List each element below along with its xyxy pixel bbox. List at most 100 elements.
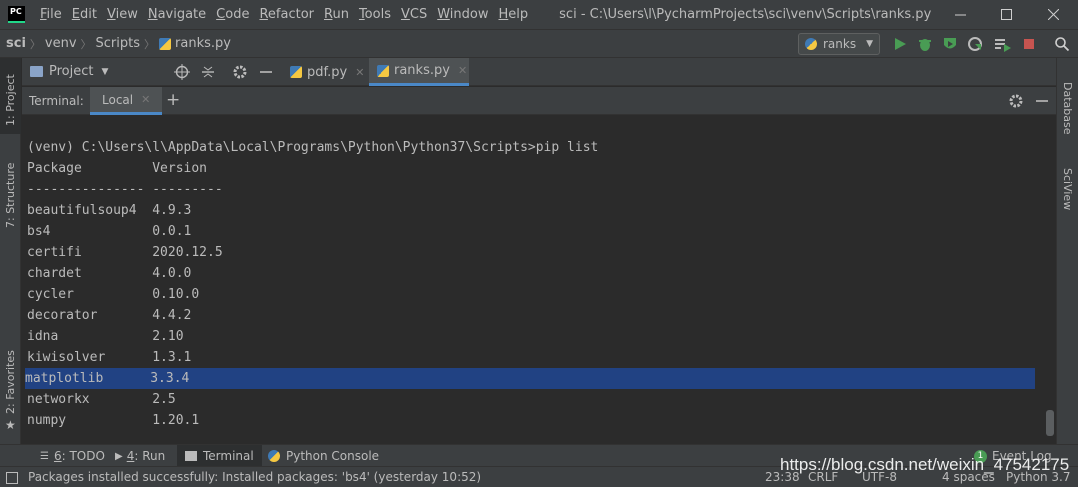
close-tab-icon[interactable]: ✕ <box>141 93 150 106</box>
menu-mnemonic: E <box>71 7 80 22</box>
menu-label: ile <box>46 7 62 22</box>
menu-label: dit <box>80 7 97 22</box>
stop-icon[interactable] <box>1021 36 1037 52</box>
python-file-icon <box>377 64 389 77</box>
hide-panel-icon[interactable] <box>258 64 274 80</box>
terminal-output-line: certifi 2020.12.5 <box>27 245 223 260</box>
menu-navigate[interactable]: Navigate <box>143 7 211 22</box>
menu-vcs[interactable]: VCS <box>396 7 432 22</box>
caret-down-icon: ▼ <box>866 39 874 49</box>
tool-tab-terminal[interactable]: Terminal <box>177 445 262 467</box>
terminal-output-line: kiwisolver 1.3.1 <box>27 350 192 365</box>
tool-tab-project[interactable]: 1: Project <box>4 66 17 126</box>
menu-label: CS <box>409 7 428 22</box>
breadcrumb-scripts[interactable]: Scripts <box>96 36 140 51</box>
breadcrumb-venv[interactable]: venv <box>45 36 77 51</box>
profile-icon[interactable] <box>967 36 983 52</box>
terminal-output-line: Package Version <box>27 161 208 176</box>
terminal-output-line: --------------- --------- <box>27 182 223 197</box>
terminal-output-line: beautifulsoup4 4.9.3 <box>27 203 192 218</box>
search-everywhere-icon[interactable] <box>1054 36 1070 52</box>
menu-refactor[interactable]: Refactor <box>254 7 319 22</box>
python-icon <box>268 450 280 462</box>
run-icon[interactable] <box>892 36 908 52</box>
locate-file-icon[interactable] <box>174 64 190 80</box>
run-configuration-select[interactable]: ranks ▼ <box>798 33 880 55</box>
hide-terminal-icon[interactable] <box>1034 93 1050 109</box>
menu-label: avigate <box>157 7 207 22</box>
terminal-scrollbar[interactable] <box>1046 410 1054 436</box>
tool-tab-python-console[interactable]: Python Console <box>260 445 387 467</box>
tool-tab-database[interactable]: Database <box>1061 82 1074 135</box>
navigation-bar: sci 〉 venv 〉 Scripts 〉 ranks.py ranks ▼ <box>0 29 1078 58</box>
menu-help[interactable]: Help <box>494 7 534 22</box>
menu-view[interactable]: View <box>102 7 143 22</box>
editor-tab-label: ranks.py <box>394 63 450 78</box>
pycharm-logo-icon: PC <box>8 6 25 23</box>
terminal-output-line: networkx 2.5 <box>27 392 176 407</box>
run-with-coverage-icon[interactable] <box>942 36 958 52</box>
menu-run[interactable]: Run <box>319 7 354 22</box>
project-settings-gear-icon[interactable] <box>232 64 248 80</box>
caret-down-icon: ▼ <box>101 66 109 77</box>
collapse-all-icon[interactable] <box>200 64 216 80</box>
editor-tab-label: pdf.py <box>307 64 348 80</box>
run-mnemonic: 4 <box>126 449 135 463</box>
terminal-output[interactable]: (venv) C:\Users\l\AppData\Local\Programs… <box>22 116 1056 440</box>
watermark: https://blog.csdn.net/weixin_47542175 <box>780 455 1070 474</box>
todo-label: : TODO <box>61 449 105 463</box>
menu-label: elp <box>508 7 529 22</box>
right-tool-stripe: Database SciView <box>1056 58 1078 465</box>
terminal-tab-local[interactable]: Local ✕ <box>90 87 163 115</box>
python-file-icon <box>159 37 172 50</box>
editor-tab-pdf-py[interactable]: pdf.py ✕ <box>282 58 366 86</box>
menu-mnemonic: N <box>147 7 158 22</box>
run-dropdown-icon[interactable] <box>994 36 1011 52</box>
tool-tab-sciview[interactable]: SciView <box>1061 168 1074 210</box>
breadcrumb: sci 〉 venv 〉 Scripts 〉 ranks.py <box>0 36 231 52</box>
menu-label: iew <box>115 7 138 22</box>
menu-mnemonic: V <box>400 7 410 22</box>
menu-label: ools <box>364 7 391 22</box>
new-session-plus-icon[interactable]: + <box>166 92 180 109</box>
close-tab-icon[interactable]: ✕ <box>458 64 467 77</box>
breadcrumb-ranks-py[interactable]: ranks.py <box>175 36 231 51</box>
minimize-icon[interactable] <box>937 0 983 29</box>
menu-code[interactable]: Code <box>211 7 254 22</box>
menu-tools[interactable]: Tools <box>354 7 396 22</box>
close-window-icon[interactable] <box>1030 0 1076 29</box>
menu-file[interactable]: File <box>35 7 67 22</box>
menu-mnemonic: W <box>437 7 450 22</box>
menu-edit[interactable]: Edit <box>67 7 102 22</box>
menu-label: ode <box>225 7 250 22</box>
terminal-command-line: (venv) C:\Users\l\AppData\Local\Programs… <box>27 140 599 155</box>
terminal-settings-gear-icon[interactable] <box>1008 93 1024 109</box>
tool-tab-run[interactable]: ▶ 4: Run <box>107 445 173 467</box>
debug-icon[interactable] <box>917 36 933 52</box>
tool-tab-structure[interactable]: 7: Structure <box>4 152 17 228</box>
terminal-title: Terminal: <box>29 93 84 108</box>
python-file-icon <box>290 66 302 78</box>
play-icon: ▶ <box>115 450 123 462</box>
terminal-output-line: numpy 1.20.1 <box>27 413 200 428</box>
chevron-right-icon: 〉 <box>144 37 156 51</box>
status-toggle-icon[interactable] <box>6 472 18 484</box>
editor-tab-row: Project ▼ pdf.py ✕ ranks.py ✕ <box>22 58 1056 86</box>
tool-tab-todo[interactable]: ☰ 6: TODO <box>32 445 113 467</box>
close-tab-icon[interactable]: ✕ <box>355 66 364 79</box>
editor-tab-ranks-py[interactable]: ranks.py ✕ <box>369 58 469 86</box>
breadcrumb-sci[interactable]: sci <box>6 36 26 51</box>
python-icon <box>805 38 817 50</box>
terminal-header: Terminal: Local ✕ + <box>22 87 1056 115</box>
terminal-icon <box>185 451 197 461</box>
tool-tab-favorites[interactable]: 2: Favorites <box>4 350 17 414</box>
status-message[interactable]: Packages installed successfully: Install… <box>28 467 481 487</box>
project-view-select[interactable]: Project ▼ <box>22 64 170 79</box>
menu-window[interactable]: Window <box>432 7 493 22</box>
menu-label: efactor <box>267 7 314 22</box>
menu-mnemonic: R <box>259 7 268 22</box>
terminal-output-line: bs4 0.0.1 <box>27 224 192 239</box>
menu-mnemonic: C <box>216 7 226 22</box>
list-icon: ☰ <box>40 450 49 462</box>
maximize-icon[interactable] <box>983 0 1029 29</box>
